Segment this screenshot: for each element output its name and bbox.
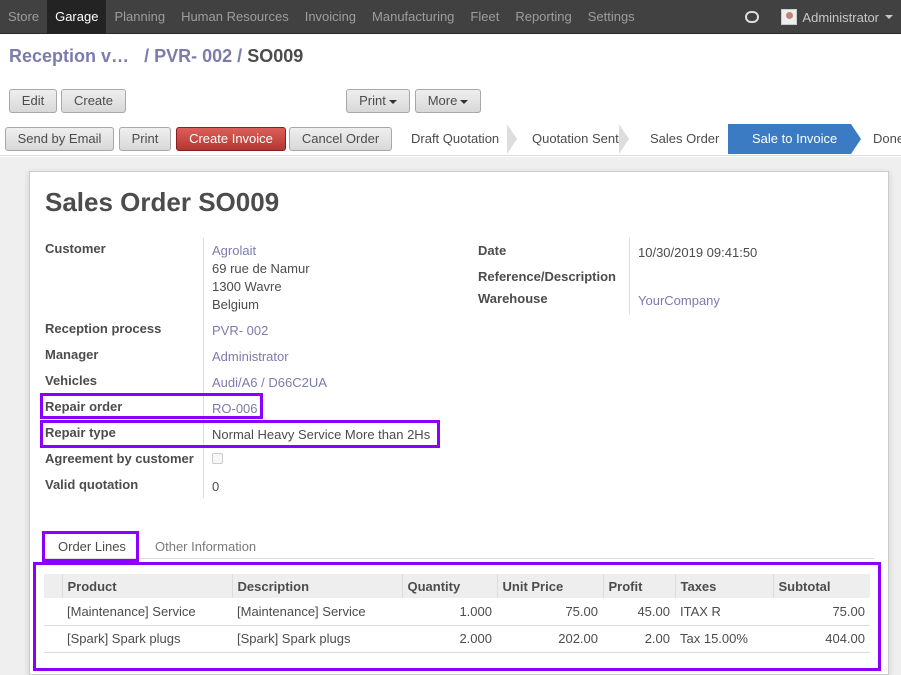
breadcrumb-separator: / [144, 46, 150, 66]
stage-quotation-sent[interactable]: Quotation Sent [516, 124, 629, 154]
more-dropdown-label: More [427, 93, 458, 108]
stage-draft-quotation[interactable]: Draft Quotation [398, 124, 517, 154]
customer-address-line: 69 rue de Namur [212, 261, 310, 276]
divider [203, 238, 204, 498]
title-number: SO009 [198, 187, 280, 217]
breadcrumb-pvr[interactable]: PVR- 002 [154, 46, 232, 66]
date-label: Date [478, 243, 507, 258]
menu-reporting[interactable]: Reporting [507, 0, 579, 34]
highlight-repair-order [40, 393, 263, 419]
tab-other-information[interactable]: Other Information [155, 539, 256, 554]
menu-planning[interactable]: Planning [106, 0, 173, 34]
tabs-divider [43, 558, 874, 559]
valid-quotation-label: Valid quotation [45, 477, 139, 492]
breadcrumb-separator: / [237, 46, 243, 66]
print-dropdown-button[interactable]: Print [346, 89, 410, 113]
manager-link[interactable]: Administrator [212, 349, 289, 364]
create-invoice-button[interactable]: Create Invoice [176, 127, 286, 151]
customer-label: Customer [45, 241, 106, 256]
warehouse-label: Warehouse [478, 291, 548, 306]
stage-label: Sale to Invoice [752, 131, 838, 146]
valid-quotation-value: 0 [212, 479, 220, 494]
stage-sale-to-invoice[interactable]: Sale to Invoice [728, 124, 861, 154]
stage-pipeline: Draft Quotation Quotation Sent Sales Ord… [398, 124, 901, 154]
customer-address-line: 1300 Wavre [212, 279, 282, 294]
cancel-order-button[interactable]: Cancel Order [289, 127, 392, 151]
title-prefix: Sales Order [45, 187, 191, 217]
reception-process-link[interactable]: PVR- 002 [212, 323, 268, 338]
menu-invoicing[interactable]: Invoicing [297, 0, 364, 34]
stage-label: Quotation Sent [532, 131, 619, 146]
top-navbar: Store Garage Planning Human Resources In… [0, 0, 901, 34]
create-button[interactable]: Create [61, 89, 126, 113]
user-area: Administrator [745, 0, 893, 34]
customer-link[interactable]: Agrolait [212, 243, 256, 258]
stage-sales-order[interactable]: Sales Order [628, 124, 728, 154]
menu-fleet[interactable]: Fleet [462, 0, 507, 34]
manager-label: Manager [45, 347, 99, 362]
chevron-down-icon[interactable] [885, 15, 893, 19]
main-menu: Store Garage Planning Human Resources In… [0, 0, 643, 34]
caret-down-icon [460, 99, 469, 104]
caret-down-icon [388, 99, 397, 104]
breadcrumb-current: SO009 [247, 46, 304, 66]
send-by-email-button[interactable]: Send by Email [5, 127, 114, 151]
print-button[interactable]: Print [119, 127, 171, 151]
highlight-order-lines-tab [42, 531, 139, 562]
avatar[interactable] [781, 9, 798, 25]
breadcrumb-separator [134, 46, 144, 66]
menu-garage[interactable]: Garage [47, 0, 107, 34]
user-menu[interactable]: Administrator [802, 10, 879, 25]
print-dropdown-label: Print [359, 93, 386, 108]
customer-address-line: Belgium [212, 297, 259, 312]
vehicles-link[interactable]: Audi/A6 / D66C2UA [212, 375, 327, 390]
menu-settings[interactable]: Settings [580, 0, 643, 34]
edit-button[interactable]: Edit [9, 89, 57, 113]
date-value: 10/30/2019 09:41:50 [638, 245, 758, 260]
chat-icon[interactable] [745, 11, 760, 23]
breadcrumb-reception[interactable]: Reception v… [9, 46, 129, 66]
stage-done[interactable]: Done [851, 124, 901, 154]
menu-store[interactable]: Store [0, 0, 47, 34]
stage-label: Draft Quotation [411, 131, 500, 146]
menu-manufacturing[interactable]: Manufacturing [364, 0, 462, 34]
stage-label: Done [873, 131, 901, 146]
agreement-checkbox[interactable] [212, 453, 223, 464]
highlight-repair-type [40, 420, 440, 448]
menu-human-resources[interactable]: Human Resources [173, 0, 297, 34]
warehouse-link[interactable]: YourCompany [638, 293, 720, 308]
highlight-order-lines-table [33, 562, 881, 671]
reference-label: Reference/Description [478, 269, 616, 284]
agreement-label: Agreement by customer [45, 451, 194, 466]
divider [629, 238, 630, 314]
more-dropdown-button[interactable]: More [415, 89, 481, 113]
vehicles-label: Vehicles [45, 373, 98, 388]
page-title: Sales Order SO009 [45, 187, 279, 218]
breadcrumb: Reception v… / PVR- 002 / SO009 [9, 46, 303, 67]
reception-process-label: Reception process [45, 321, 162, 336]
stage-label: Sales Order [650, 131, 720, 146]
